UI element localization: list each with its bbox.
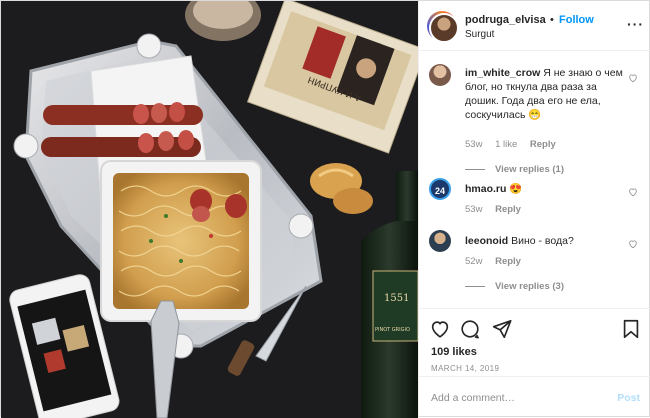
- reply-button[interactable]: Reply: [495, 256, 521, 267]
- comment-like-heart-icon[interactable]: [628, 73, 638, 83]
- post-photo[interactable]: А.И.КУПРИН 1551 PINOT GRIGIO: [1, 1, 418, 418]
- heart-icon[interactable]: [429, 318, 451, 340]
- commenter-avatar[interactable]: [429, 230, 451, 252]
- commenter-avatar-text: 24: [434, 186, 445, 196]
- author-username[interactable]: podruga_elvisa: [465, 14, 546, 26]
- comment-username[interactable]: hmao.ru: [465, 183, 506, 195]
- view-replies-button[interactable]: View replies (3): [465, 281, 564, 292]
- comment-text-block: hmao.ru 😍: [465, 182, 625, 196]
- commenter-avatar[interactable]: [429, 64, 451, 86]
- header-separator: •: [550, 14, 554, 26]
- comment-username[interactable]: leeonoid: [465, 235, 508, 247]
- add-comment-input[interactable]: Add a comment…: [431, 392, 515, 404]
- follow-button[interactable]: Follow: [559, 14, 594, 26]
- post-location[interactable]: Surgut: [465, 29, 494, 40]
- comment-text-block: leeonoid Вино - вода?: [465, 234, 625, 248]
- send-icon[interactable]: [491, 318, 513, 340]
- comment-icon[interactable]: [459, 318, 481, 340]
- comment-meta: 52w Reply: [465, 256, 531, 267]
- reply-button[interactable]: Reply: [495, 204, 521, 215]
- bookmark-icon[interactable]: [620, 318, 642, 340]
- comment-meta: 53w Reply: [465, 204, 531, 215]
- likes-count[interactable]: 109 likes: [431, 346, 477, 358]
- more-horizontal-icon[interactable]: ···: [627, 16, 644, 32]
- wine-sublabel-text: PINOT GRIGIO: [375, 327, 410, 333]
- commenter-avatar[interactable]: 24: [429, 178, 451, 200]
- author-avatar[interactable]: [427, 11, 459, 43]
- wine-label-text: 1551: [384, 293, 409, 304]
- comment-meta: 53w 1 like Reply: [465, 139, 566, 150]
- post-sidebar: podruga_elvisa • Follow Surgut ··· im_wh…: [418, 1, 650, 418]
- post-header: podruga_elvisa • Follow Surgut ···: [419, 1, 650, 51]
- view-replies-button[interactable]: View replies (1): [465, 164, 564, 175]
- comment-username[interactable]: im_white_crow: [465, 67, 540, 79]
- comment-text-block: im_white_crow Я не знаю о чем блог, но т…: [465, 66, 625, 122]
- post-date[interactable]: MARCH 14, 2019: [431, 364, 499, 373]
- post-comment-button[interactable]: Post: [617, 392, 640, 404]
- food-still-life-image: А.И.КУПРИН 1551 PINOT GRIGIO: [1, 1, 418, 418]
- comment-likes-count[interactable]: 1 like: [495, 139, 517, 150]
- view-replies-label: View replies (3): [495, 281, 564, 292]
- view-replies-label: View replies (1): [495, 164, 564, 175]
- comment-like-heart-icon[interactable]: [628, 239, 638, 249]
- comment-text: 😍: [509, 183, 523, 195]
- reply-button[interactable]: Reply: [530, 139, 556, 150]
- comment-text: Вино - вода?: [511, 235, 574, 247]
- add-comment-bar: Add a comment… Post: [419, 376, 650, 418]
- comments-list[interactable]: im_white_crow Я не знаю о чем блог, но т…: [419, 52, 650, 308]
- instagram-post: А.И.КУПРИН 1551 PINOT GRIGIO podruga_elv…: [0, 0, 650, 418]
- comment-age: 53w: [465, 204, 483, 215]
- comment-like-heart-icon[interactable]: [628, 187, 638, 197]
- comment-age: 53w: [465, 139, 483, 150]
- comment-age: 52w: [465, 256, 483, 267]
